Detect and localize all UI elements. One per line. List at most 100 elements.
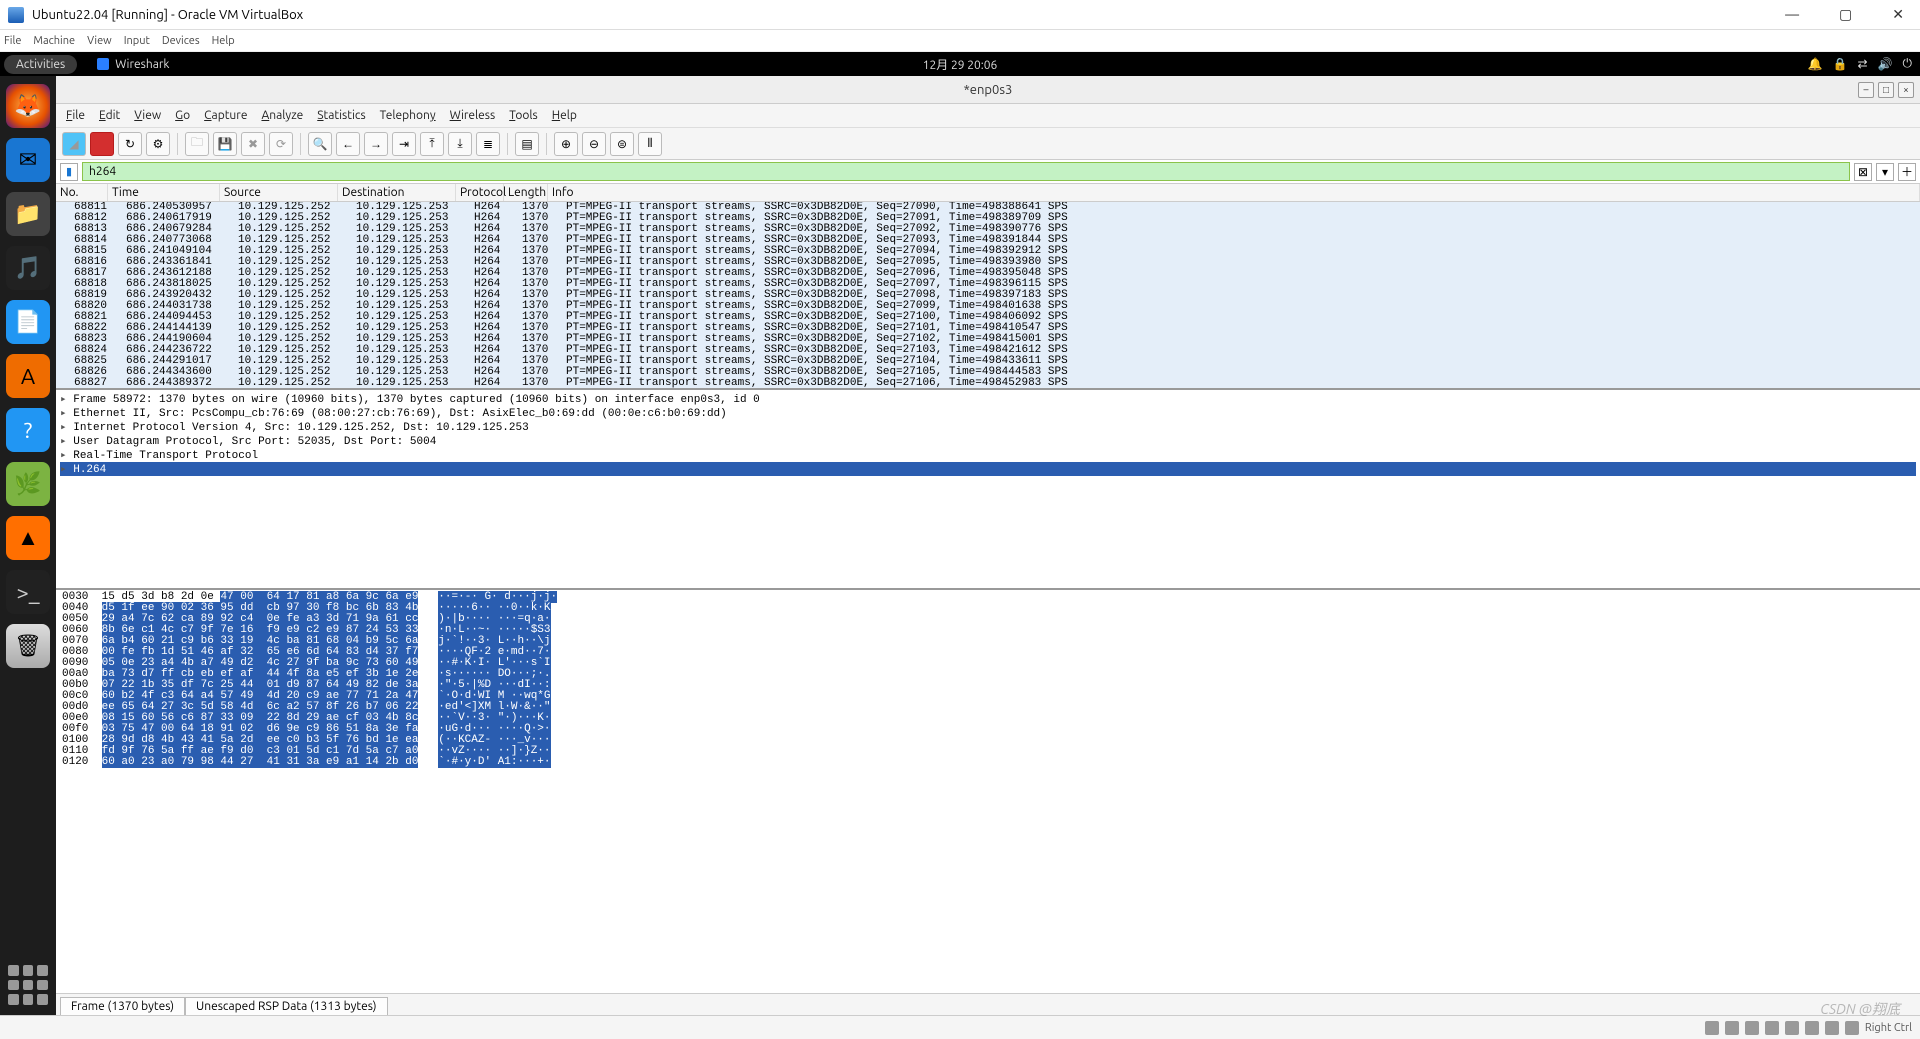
ws-menu-edit[interactable]: Edit xyxy=(99,109,120,122)
go-forward-button[interactable]: → xyxy=(364,132,388,156)
dock-thunderbird[interactable]: ✉ xyxy=(6,138,50,182)
ws-menu-go[interactable]: Go xyxy=(175,109,190,122)
zoom-out-button[interactable]: ⊖ xyxy=(582,132,606,156)
col-protocol[interactable]: Protocol xyxy=(456,184,504,201)
reload-button[interactable]: ⟳ xyxy=(269,132,293,156)
ws-menu-help[interactable]: Help xyxy=(552,109,577,122)
col-destination[interactable]: Destination xyxy=(338,184,456,201)
tree-h264[interactable]: H.264 xyxy=(60,462,1916,476)
dock-vlc[interactable]: ▲ xyxy=(6,516,50,560)
dock-firefox[interactable]: 🦊 xyxy=(6,84,50,128)
close-file-button[interactable]: ✖ xyxy=(241,132,265,156)
host-menu-view[interactable]: View xyxy=(87,35,112,47)
go-back-button[interactable]: ← xyxy=(336,132,360,156)
gnome-activities[interactable]: Activities xyxy=(4,55,77,74)
ws-menu-telephony[interactable]: Telephony xyxy=(380,109,436,122)
host-menu-input[interactable]: Input xyxy=(124,35,150,47)
tree-udp[interactable]: User Datagram Protocol, Src Port: 52035,… xyxy=(60,434,1916,448)
restart-capture-button[interactable]: ↻ xyxy=(118,132,142,156)
dock-green-app[interactable]: 🌿 xyxy=(6,462,50,506)
save-file-button[interactable]: 💾 xyxy=(213,132,237,156)
gnome-app-indicator[interactable]: Wireshark xyxy=(97,58,169,71)
wireshark-titlebar: *enp0s3 – □ × xyxy=(56,76,1920,104)
packet-bytes-pane[interactable]: 0030 15 d5 3d b8 2d 0e 47 00 64 17 81 a8… xyxy=(56,590,1920,993)
col-source[interactable]: Source xyxy=(220,184,338,201)
vpn-icon[interactable]: 🔒 xyxy=(1833,57,1848,71)
gnome-clock[interactable]: 12月 29 20:06 xyxy=(923,56,998,73)
host-minimize-button[interactable]: — xyxy=(1777,6,1807,23)
open-file-button[interactable]: 🗀 xyxy=(185,132,209,156)
go-to-packet-button[interactable]: ⇥ xyxy=(392,132,416,156)
dock-help[interactable]: ? xyxy=(6,408,50,452)
ws-menu-file[interactable]: File xyxy=(66,109,85,122)
tree-ethernet[interactable]: Ethernet II, Src: PcsCompu_cb:76:69 (08:… xyxy=(60,406,1916,420)
ws-minimize-button[interactable]: – xyxy=(1858,82,1874,98)
find-packet-button[interactable]: 🔍 xyxy=(308,132,332,156)
tree-ip[interactable]: Internet Protocol Version 4, Src: 10.129… xyxy=(60,420,1916,434)
host-menu-file[interactable]: File xyxy=(4,35,21,47)
ws-menu-statistics[interactable]: Statistics xyxy=(317,109,365,122)
resize-columns-button[interactable]: ⫴ xyxy=(638,132,662,156)
vb-shared-icon[interactable] xyxy=(1785,1021,1799,1035)
dock-writer[interactable]: 📄 xyxy=(6,300,50,344)
host-menu-devices[interactable]: Devices xyxy=(162,35,200,47)
filter-clear-button[interactable]: ⊠ xyxy=(1854,163,1872,181)
ws-menu-capture[interactable]: Capture xyxy=(204,109,247,122)
bytes-tabs: Frame (1370 bytes) Unescaped RSP Data (1… xyxy=(56,993,1920,1015)
zoom-in-button[interactable]: ⊕ xyxy=(554,132,578,156)
filter-bookmark-button[interactable]: ▮ xyxy=(60,163,78,181)
stop-capture-button[interactable] xyxy=(90,132,114,156)
filter-add-button[interactable]: ＋ xyxy=(1898,163,1916,181)
vb-usb-icon[interactable] xyxy=(1765,1021,1779,1035)
capture-options-button[interactable]: ⚙ xyxy=(146,132,170,156)
network-icon[interactable]: ⇄ xyxy=(1857,57,1867,71)
ws-menu-view[interactable]: View xyxy=(134,109,161,122)
auto-scroll-button[interactable]: ≣ xyxy=(476,132,500,156)
go-first-button[interactable]: ⤒ xyxy=(420,132,444,156)
vb-mouse-icon[interactable] xyxy=(1845,1021,1859,1035)
hex-line[interactable]: 0120 60 a0 23 a0 79 98 44 27 41 31 3a e9… xyxy=(62,757,1914,768)
vb-net-icon[interactable] xyxy=(1745,1021,1759,1035)
dock-show-apps[interactable] xyxy=(8,965,48,1005)
host-menu-machine[interactable]: Machine xyxy=(33,35,75,47)
col-time[interactable]: Time xyxy=(108,184,220,201)
gnome-system-tray[interactable]: 🔔 🔒 ⇄ 🔊 ⏻ xyxy=(1808,57,1912,71)
start-capture-button[interactable]: ◢ xyxy=(62,132,86,156)
packet-row[interactable]: 68827686.24438937210.129.125.25210.129.1… xyxy=(56,378,1920,388)
dock-terminal[interactable]: >_ xyxy=(6,570,50,614)
colorize-button[interactable]: ▤ xyxy=(515,132,539,156)
host-close-button[interactable]: ✕ xyxy=(1884,6,1912,23)
power-icon[interactable]: ⏻ xyxy=(1903,57,1913,71)
dock-rhythmbox[interactable]: 🎵 xyxy=(6,246,50,290)
bytes-tab-rsp[interactable]: Unescaped RSP Data (1313 bytes) xyxy=(185,997,387,1015)
vb-hd-icon[interactable] xyxy=(1705,1021,1719,1035)
notification-icon[interactable]: 🔔 xyxy=(1808,57,1823,71)
dock-files[interactable]: 📁 xyxy=(6,192,50,236)
bytes-tab-frame[interactable]: Frame (1370 bytes) xyxy=(60,997,185,1015)
ws-menu-tools[interactable]: Tools xyxy=(509,109,538,122)
wireshark-fin-icon xyxy=(97,58,109,70)
tree-rtp[interactable]: Real-Time Transport Protocol xyxy=(60,448,1916,462)
dock-trash[interactable]: 🗑 xyxy=(6,624,50,668)
ws-maximize-button[interactable]: □ xyxy=(1878,82,1894,98)
col-no[interactable]: No. xyxy=(56,184,108,201)
zoom-reset-button[interactable]: ⊜ xyxy=(610,132,634,156)
col-info[interactable]: Info xyxy=(548,184,1920,201)
packet-list-pane[interactable]: No. Time Source Destination Protocol Len… xyxy=(56,184,1920,390)
packet-details-pane[interactable]: Frame 58972: 1370 bytes on wire (10960 b… xyxy=(56,390,1920,590)
sound-icon[interactable]: 🔊 xyxy=(1878,57,1893,71)
ws-menu-analyze[interactable]: Analyze xyxy=(261,109,303,122)
vb-cd-icon[interactable] xyxy=(1725,1021,1739,1035)
tree-frame[interactable]: Frame 58972: 1370 bytes on wire (10960 b… xyxy=(60,392,1916,406)
display-filter-input[interactable] xyxy=(82,162,1850,181)
vb-rec-icon[interactable] xyxy=(1825,1021,1839,1035)
dock-software[interactable]: A xyxy=(6,354,50,398)
filter-apply-button[interactable]: ▾ xyxy=(1876,163,1894,181)
host-maximize-button[interactable]: ▢ xyxy=(1831,6,1860,23)
vb-display-icon[interactable] xyxy=(1805,1021,1819,1035)
ws-menu-wireless[interactable]: Wireless xyxy=(450,109,496,122)
col-length[interactable]: Length xyxy=(504,184,548,201)
ws-close-button[interactable]: × xyxy=(1898,82,1914,98)
host-menu-help[interactable]: Help xyxy=(212,35,235,47)
go-last-button[interactable]: ⤓ xyxy=(448,132,472,156)
